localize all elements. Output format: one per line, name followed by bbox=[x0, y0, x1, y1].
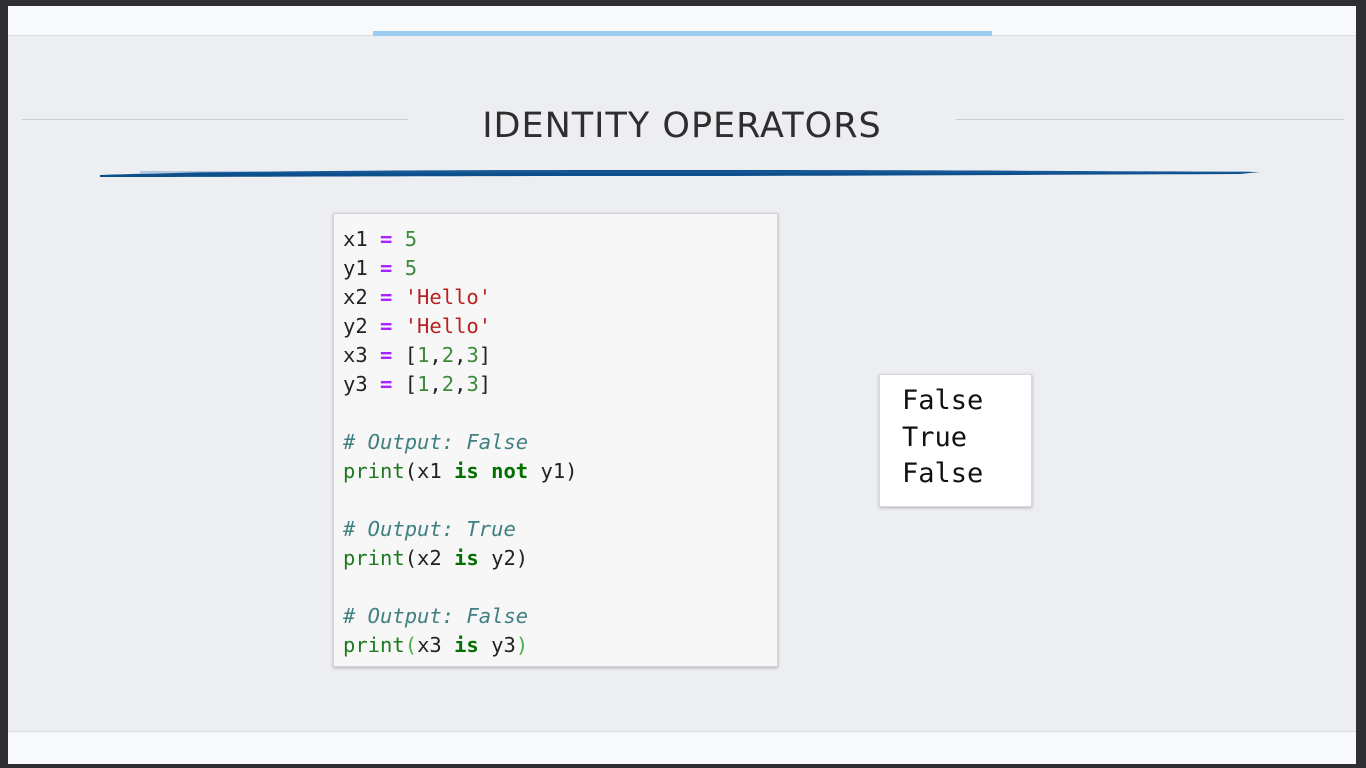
slide-title: IDENTITY OPERATORS bbox=[482, 106, 882, 146]
code-token: , bbox=[454, 343, 467, 367]
code-token: y2 bbox=[343, 314, 381, 338]
code-line: x3 = [1,2,3] bbox=[343, 341, 578, 370]
output-block: False True False bbox=[902, 383, 983, 493]
code-token: 'Hello' bbox=[404, 314, 492, 338]
code-line: x2 = 'Hello' bbox=[343, 283, 578, 312]
code-token: # Output: True bbox=[343, 517, 516, 541]
code-block: x1 = 5 y1 = 5 x2 = 'Hello' y2 = 'Hello' x3 =… bbox=[343, 225, 578, 660]
title-rule-left bbox=[22, 119, 408, 120]
code-token: = bbox=[380, 314, 393, 338]
output-line: True bbox=[902, 421, 968, 453]
code-token: , bbox=[429, 372, 442, 396]
code-token: [ bbox=[392, 343, 418, 367]
code-token: 3 bbox=[466, 372, 479, 396]
code-line: y1 = 5 bbox=[343, 254, 578, 283]
code-token: [ bbox=[392, 372, 418, 396]
code-token: 2 bbox=[441, 372, 455, 396]
code-token: y1) bbox=[528, 459, 578, 483]
code-token: ( bbox=[404, 633, 418, 657]
code-line: print(x3 is y3) bbox=[343, 631, 578, 660]
code-line: x1 = 5 bbox=[343, 225, 578, 254]
code-token: x2 bbox=[343, 285, 381, 309]
code-line: print(x1 is not y1) bbox=[343, 457, 578, 486]
code-token: ) bbox=[515, 633, 529, 657]
code-token: x1 bbox=[343, 227, 381, 251]
code-token: is bbox=[454, 546, 479, 570]
code-token: (x1 bbox=[404, 459, 455, 483]
title-underline-brush bbox=[100, 170, 1260, 177]
code-token: y3 bbox=[343, 372, 381, 396]
code-token: not bbox=[491, 459, 529, 483]
code-token: is bbox=[454, 459, 479, 483]
code-panel: x1 = 5 y1 = 5 x2 = 'Hello' y2 = 'Hello' x3 =… bbox=[333, 213, 778, 667]
code-token: # Output: False bbox=[343, 604, 529, 628]
code-token: 5 bbox=[404, 227, 418, 251]
code-token: y3 bbox=[478, 633, 516, 657]
code-token: = bbox=[380, 227, 393, 251]
code-line: # Output: False bbox=[343, 428, 578, 457]
code-token: x3 bbox=[343, 343, 381, 367]
code-line: y3 = [1,2,3] bbox=[343, 370, 578, 399]
code-token: , bbox=[454, 372, 467, 396]
slide: IDENTITY OPERATORS x1 = 5 y1 = 5 x2 = 'Hel… bbox=[8, 6, 1356, 764]
code-token: = bbox=[380, 343, 393, 367]
code-line: # Output: False bbox=[343, 602, 578, 631]
code-token: 3 bbox=[466, 343, 479, 367]
output-line: False bbox=[902, 385, 984, 416]
bottom-band bbox=[8, 731, 1356, 764]
code-token: 1 bbox=[417, 343, 430, 367]
code-token: is bbox=[454, 633, 479, 657]
code-token: 5 bbox=[404, 256, 418, 280]
code-token: y2) bbox=[478, 546, 529, 570]
code-line: # Output: True bbox=[343, 515, 578, 544]
code-token: # Output: False bbox=[343, 430, 529, 454]
code-token: ] bbox=[478, 372, 492, 396]
code-token: = bbox=[380, 256, 393, 280]
code-line: y2 = 'Hello' bbox=[343, 312, 578, 341]
code-token: print bbox=[343, 459, 405, 483]
code-token: 1 bbox=[417, 372, 430, 396]
code-token: (x2 bbox=[404, 546, 455, 570]
output-line: False bbox=[902, 458, 984, 489]
code-token: x3 bbox=[417, 633, 455, 657]
code-token: = bbox=[380, 285, 393, 309]
code-token: ] bbox=[478, 343, 492, 367]
code-token: y1 bbox=[343, 256, 381, 280]
code-token: print bbox=[343, 546, 405, 570]
code-token: = bbox=[380, 372, 393, 396]
code-token: 2 bbox=[441, 343, 455, 367]
output-panel: False True False bbox=[879, 374, 1032, 507]
top-accent-bar bbox=[373, 31, 992, 36]
code-token: 'Hello' bbox=[404, 285, 492, 309]
code-line: print(x2 is y2) bbox=[343, 544, 578, 573]
code-token: print bbox=[343, 633, 405, 657]
code-token: , bbox=[429, 343, 442, 367]
title-rule-right bbox=[956, 119, 1344, 120]
